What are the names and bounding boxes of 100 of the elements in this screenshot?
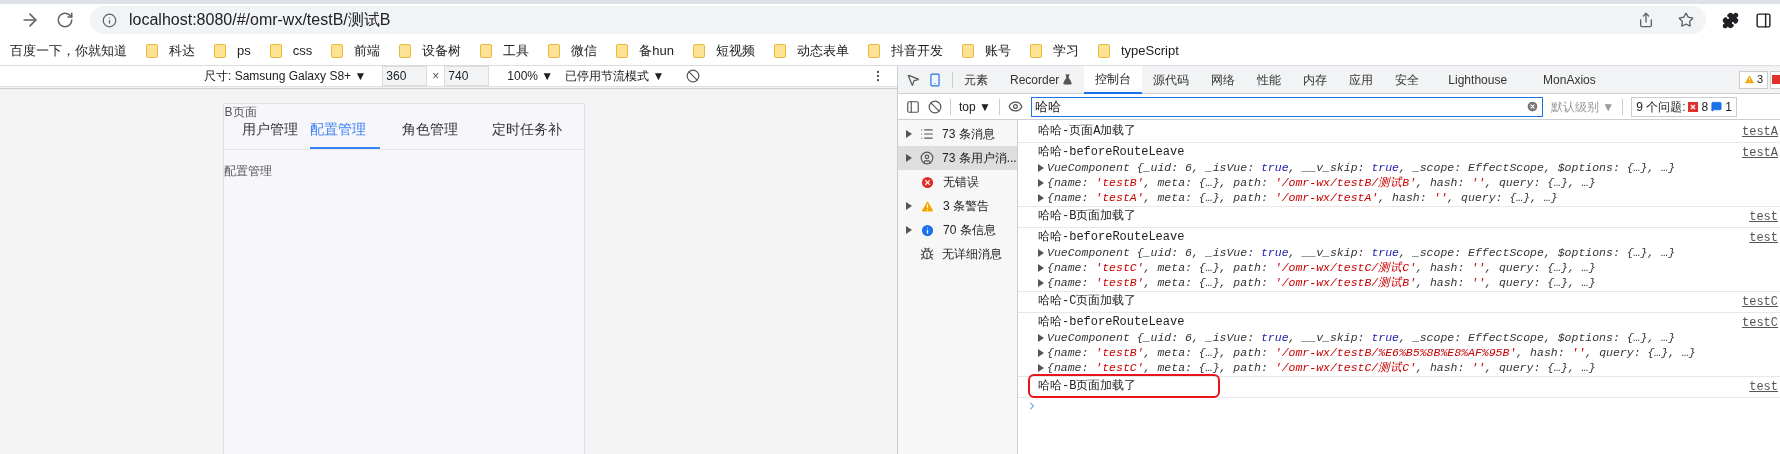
devtools-tab[interactable]: 源代码 [1142, 65, 1201, 94]
source-link[interactable]: testC [1742, 314, 1780, 332]
source-link[interactable]: test [1749, 378, 1780, 396]
zoom-select[interactable]: 100% ▼ [507, 67, 554, 85]
warning-icon [1743, 74, 1755, 85]
error-icon [920, 174, 935, 190]
bookmark[interactable]: 学习 [1029, 40, 1079, 61]
inspect-icon[interactable] [906, 72, 920, 87]
bookmark[interactable]: 抖音开发 [867, 40, 943, 61]
sidebar-item[interactable]: 73 条消息 [898, 122, 1017, 146]
folder-icon [961, 43, 974, 58]
folder-icon [548, 43, 561, 58]
expand-arrow-icon[interactable] [906, 154, 912, 162]
folder-icon [214, 43, 226, 58]
object-preview[interactable]: {name: 'testB', meta: {…}, path: '/omr-wx/testB/测试B', hash: '', query: {…}, …} [1038, 175, 1742, 190]
bookmark[interactable]: 前端 [331, 40, 381, 61]
clear-console-icon[interactable] [928, 99, 942, 114]
object-preview[interactable]: VueComponent {_uid: 6, _isVue: true, __v_skip: true, _scope: EffectScope, $options: {…}, …} [1038, 160, 1742, 175]
device-select[interactable]: 尺寸: Samsung Galaxy S8+ ▼ [204, 67, 367, 85]
folder-icon [867, 43, 880, 58]
devtools-tab[interactable]: 应用 [1338, 65, 1385, 94]
extensions-icon[interactable] [1722, 11, 1739, 29]
page-content: 配置管理 [223, 164, 273, 178]
flask-icon [1062, 74, 1074, 85]
sidebar-item[interactable]: 70 条信息 [898, 218, 1017, 242]
bookmark[interactable]: 账号 [961, 40, 1011, 61]
page-tab[interactable]: 定时任务补 [469, 120, 574, 149]
expand-arrow-icon[interactable] [906, 226, 912, 234]
object-preview[interactable]: {name: 'testC', meta: {…}, path: '/omr-wx/testC/测试C', hash: '', query: {…}, …} [1038, 260, 1750, 275]
sidebar-item[interactable]: 无错误 [898, 170, 1017, 194]
bookmark[interactable]: 备hun [616, 40, 674, 61]
bookmark[interactable]: 短视频 [692, 40, 755, 61]
error-count-badge[interactable] [1770, 70, 1780, 89]
address-bar[interactable]: localhost:8080/#/omr-wx/testB/测试B [90, 6, 1706, 34]
height-input[interactable]: 740 [444, 66, 490, 86]
bookmark[interactable]: 微信 [548, 40, 598, 61]
bookmark[interactable]: 科达 [146, 40, 195, 61]
object-preview[interactable]: {name: 'testA', meta: {…}, path: '/omr-wx/testA', hash: '', query: {…}, …} [1038, 190, 1742, 205]
source-link[interactable]: test [1749, 229, 1780, 247]
log-message: 哈哈-beforeRouteLeave [1038, 314, 1185, 330]
issues-button[interactable]: 9 个问题: 8 1 [1631, 96, 1737, 117]
object-preview[interactable]: {name: 'testB', meta: {…}, path: '/omr-wx/testB/%E6%B5%8B%E8%AF%95B', hash: '', query: {…}, …} [1038, 345, 1742, 360]
device-icon[interactable] [928, 72, 942, 87]
source-link[interactable]: testC [1742, 293, 1780, 311]
bookmark[interactable]: ps [214, 40, 251, 61]
devtools-tab[interactable]: Lighthouse [1430, 65, 1526, 94]
devtools-tab[interactable]: 网络 [1200, 65, 1247, 94]
expand-arrow-icon[interactable] [906, 202, 912, 210]
sidebar-item[interactable]: 73 条用户消... [898, 146, 1017, 170]
object-preview[interactable]: {name: 'testC', meta: {…}, path: '/omr-wx/testC/测试C', hash: '', query: {…}, …} [1038, 360, 1742, 375]
bookmark-star-icon[interactable] [1678, 12, 1694, 28]
object-preview[interactable]: VueComponent {_uid: 6, _isVue: true, __v_skip: true, _scope: EffectScope, $options: {…}, …} [1038, 330, 1742, 345]
object-preview[interactable]: {name: 'testB', meta: {…}, path: '/omr-wx/testB/测试B', hash: '', query: {…}, …} [1038, 275, 1750, 290]
log-message: 哈哈-B页面加载了 [1038, 208, 1137, 224]
page-tab[interactable]: 角色管理 [379, 120, 470, 149]
folder-icon [773, 43, 786, 58]
bookmark[interactable]: typeScript [1097, 40, 1179, 61]
side-panel-icon[interactable] [1755, 11, 1772, 29]
throttle-select[interactable]: 已停用节流模式 ▼ [565, 67, 665, 85]
eye-icon[interactable] [1007, 99, 1023, 114]
devtools-tab[interactable]: MonAxios [1525, 65, 1614, 94]
clear-filter-icon[interactable] [1525, 100, 1539, 113]
object-preview[interactable]: VueComponent {_uid: 6, _isVue: true, __v_skip: true, _scope: EffectScope, $options: {…}, …} [1038, 245, 1750, 260]
source-link[interactable]: testA [1742, 123, 1780, 141]
devtools-tab[interactable]: 元素 [953, 65, 999, 94]
bookmark[interactable]: 百度一下，你就知道 [10, 40, 127, 61]
devtools-tab[interactable]: 控制台 [1084, 65, 1143, 94]
site-info-icon[interactable] [102, 12, 117, 28]
bug-icon [920, 247, 934, 261]
page-tab[interactable]: 配置管理 [309, 120, 380, 149]
bookmark[interactable]: 动态表单 [773, 40, 849, 61]
error-flag-icon [1688, 101, 1699, 112]
folder-icon [480, 43, 493, 58]
source-link[interactable]: testA [1742, 144, 1780, 162]
expand-arrow-icon[interactable] [906, 130, 912, 138]
log-message: 哈哈-C页面加载了 [1038, 293, 1137, 309]
devtools-tab[interactable]: 性能 [1246, 65, 1293, 94]
log-message: 哈哈-页面A加载了 [1038, 123, 1137, 139]
devtools-tab[interactable]: 安全 [1384, 65, 1431, 94]
warning-icon [920, 198, 935, 214]
share-icon[interactable] [1638, 12, 1654, 28]
page-tab[interactable]: 用户管理 [223, 120, 310, 149]
bookmark[interactable]: 设备树 [399, 40, 462, 61]
folder-icon [399, 43, 412, 58]
sidebar-item[interactable]: 无详细消息 [898, 242, 1017, 266]
devtools-tab[interactable]: Recorder [999, 65, 1085, 94]
devtools-tab[interactable]: 内存 [1292, 65, 1339, 94]
source-link[interactable]: test [1749, 208, 1780, 226]
filter-field[interactable]: 哈哈 [1030, 96, 1543, 117]
reload-icon[interactable] [56, 11, 74, 29]
context-select[interactable]: top ▼ [959, 97, 991, 116]
warning-count-badge[interactable]: 3 [1738, 70, 1768, 89]
bookmark[interactable]: css [269, 40, 313, 61]
sidebar-item[interactable]: 3 条警告 [898, 194, 1017, 218]
width-input[interactable]: 360 [382, 66, 428, 86]
bookmark[interactable]: 工具 [480, 40, 530, 61]
folder-icon [146, 43, 158, 58]
url-text: localhost:8080/#/omr-wx/testB/测试B [129, 10, 391, 30]
sidebar-toggle-icon[interactable] [906, 99, 920, 114]
list-icon [920, 127, 934, 141]
